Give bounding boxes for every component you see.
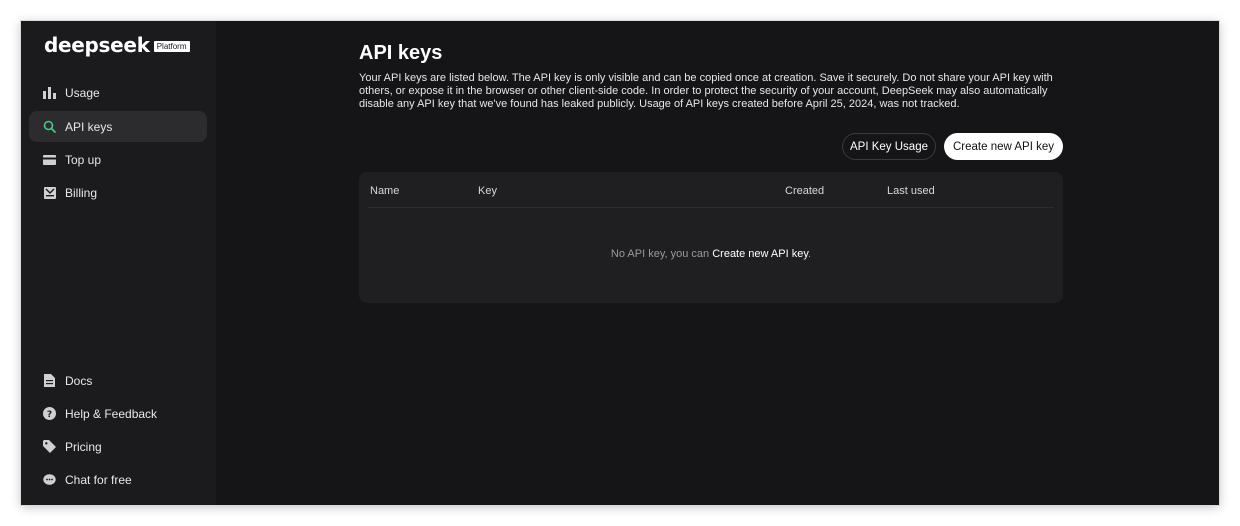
sidebar-item-billing[interactable]: Billing <box>29 177 207 208</box>
sidebar-item-help-feedback[interactable]: ? Help & Feedback <box>29 398 207 429</box>
help-icon: ? <box>43 407 56 420</box>
bar-chart-icon <box>43 86 56 99</box>
api-keys-table: Name Key Created Last used No API key, y… <box>359 172 1063 303</box>
billing-icon <box>43 186 56 199</box>
sidebar-item-label: Usage <box>65 85 100 100</box>
create-api-key-button[interactable]: Create new API key <box>944 133 1063 160</box>
search-icon <box>43 120 56 133</box>
column-header-key: Key <box>478 185 497 197</box>
page-title: API keys <box>359 42 443 64</box>
card-icon <box>43 153 56 166</box>
api-key-usage-button[interactable]: API Key Usage <box>842 133 936 160</box>
column-header-last-used: Last used <box>887 185 935 197</box>
empty-state-text: No API key, you can <box>610 248 713 260</box>
sidebar-item-label: Docs <box>65 373 93 388</box>
sidebar-item-label: Pricing <box>65 439 102 454</box>
create-api-key-link[interactable]: Create new API key <box>712 248 808 260</box>
sidebar: deepseek Platform Usage API keys Top up <box>21 21 216 505</box>
table-divider <box>368 207 1054 208</box>
app-window: deepseek Platform Usage API keys Top up <box>21 21 1219 505</box>
document-icon <box>43 374 56 387</box>
main-content: API keys Your API keys are listed below.… <box>216 21 1219 505</box>
logo-text: deepseek <box>44 33 150 57</box>
sidebar-item-label: Chat for free <box>65 472 132 487</box>
empty-state-message: No API key, you can Create new API key. <box>359 248 1063 260</box>
page-description: Your API keys are listed below. The API … <box>359 72 1053 110</box>
empty-state-suffix: . <box>808 248 812 260</box>
column-header-name: Name <box>370 185 400 197</box>
sidebar-item-api-keys[interactable]: API keys <box>29 111 207 142</box>
sidebar-item-docs[interactable]: Docs <box>29 365 207 396</box>
sidebar-item-label: Help & Feedback <box>65 406 158 421</box>
sidebar-item-pricing[interactable]: Pricing <box>29 431 207 462</box>
svg-text:?: ? <box>47 410 52 420</box>
sidebar-item-usage[interactable]: Usage <box>29 77 207 108</box>
column-header-created: Created <box>785 185 825 197</box>
sidebar-item-top-up[interactable]: Top up <box>29 144 207 175</box>
platform-badge: Platform <box>153 41 190 52</box>
sidebar-item-chat-for-free[interactable]: Chat for free <box>29 464 207 495</box>
sidebar-item-label: Billing <box>65 185 98 200</box>
logo[interactable]: deepseek Platform <box>44 33 190 57</box>
sidebar-item-label: Top up <box>65 152 102 167</box>
chat-icon <box>43 473 56 486</box>
sidebar-item-label: API keys <box>65 119 113 134</box>
tag-icon <box>43 440 56 453</box>
